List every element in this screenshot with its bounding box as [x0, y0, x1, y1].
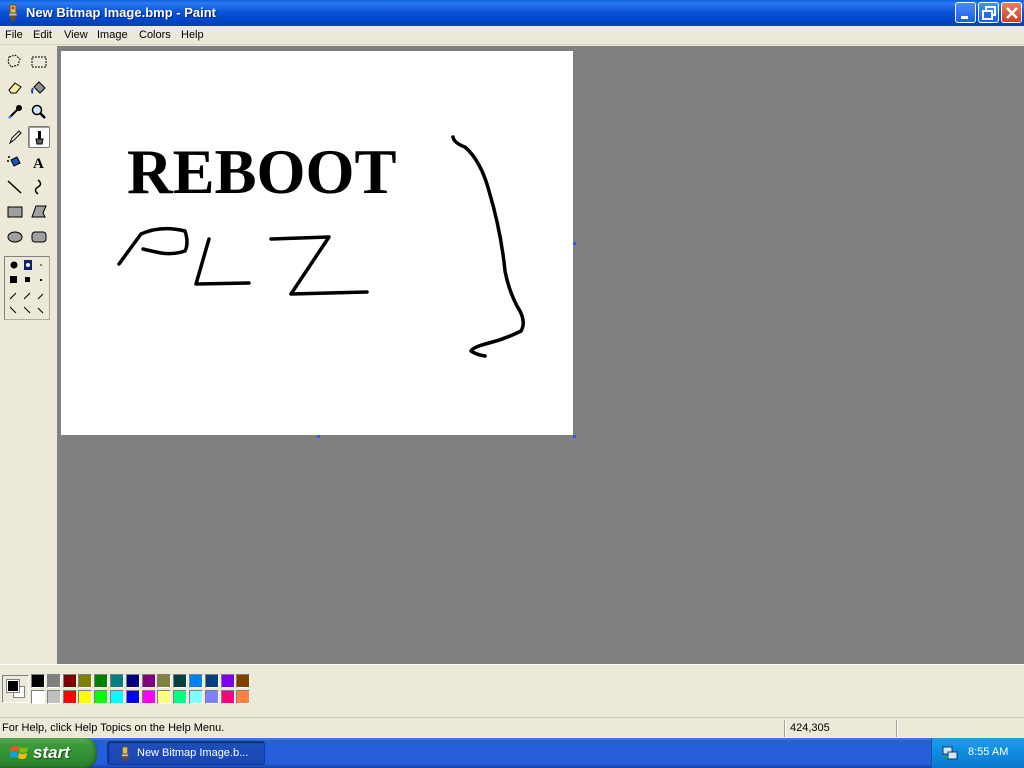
color-swatch[interactable]: [220, 674, 235, 688]
paint-app-icon: [121, 746, 129, 761]
minimize-button[interactable]: [955, 2, 976, 23]
status-bar: For Help, click Help Topics on the Help …: [0, 717, 1024, 738]
color-swatch[interactable]: [46, 674, 61, 688]
network-icon: [942, 746, 958, 760]
color-swatch[interactable]: [204, 674, 219, 688]
status-help-text: For Help, click Help Topics on the Help …: [2, 722, 225, 734]
color-swatch[interactable]: [189, 690, 203, 704]
color-swatch[interactable]: [157, 674, 172, 688]
taskbar: start New Bitmap Image.b... 8:55 AM: [0, 738, 1024, 768]
title-bar[interactable]: New Bitmap Image.bmp - Paint: [0, 0, 1024, 26]
status-divider: [896, 720, 898, 737]
menu-image[interactable]: Image: [97, 29, 128, 41]
close-button[interactable]: [1001, 2, 1022, 23]
color-swatch[interactable]: [220, 690, 235, 704]
text-icon[interactable]: A: [28, 151, 50, 173]
color-swatch[interactable]: [173, 690, 188, 704]
cursor-coordinates: 424,305: [790, 722, 830, 734]
color-swatch[interactable]: [110, 674, 124, 688]
taskbar-item-label: New Bitmap Image.b...: [137, 747, 249, 759]
color-swatch[interactable]: [78, 674, 93, 688]
drawing-canvas[interactable]: REBOOT: [61, 51, 573, 435]
free-form-select-icon[interactable]: [4, 51, 26, 73]
taskbar-item-paint[interactable]: New Bitmap Image.b...: [107, 741, 265, 765]
rect-select-icon[interactable]: [28, 51, 50, 73]
color-swatch[interactable]: [31, 690, 45, 704]
color-swatch[interactable]: [173, 674, 188, 688]
color-swatch[interactable]: [94, 690, 109, 704]
airbrush-icon[interactable]: [4, 151, 26, 173]
color-palette: [0, 664, 1024, 714]
stroke-z: [269, 235, 369, 296]
color-swatch[interactable]: [141, 690, 156, 704]
window-title: New Bitmap Image.bmp - Paint: [26, 5, 216, 20]
color-swatch[interactable]: [204, 690, 219, 704]
toolbox: A: [0, 46, 57, 664]
color-picker-icon[interactable]: [4, 101, 26, 123]
ellipse-icon[interactable]: [4, 226, 26, 248]
foreground-color: [6, 679, 20, 693]
stroke-l: [194, 237, 251, 286]
color-swatch[interactable]: [110, 690, 124, 704]
brush-icon[interactable]: [28, 126, 50, 148]
resize-handle-bottom[interactable]: [317, 435, 320, 438]
curve-icon[interactable]: [28, 176, 50, 198]
color-swatch[interactable]: [189, 674, 203, 688]
pencil-icon[interactable]: [4, 126, 26, 148]
menu-edit[interactable]: Edit: [33, 29, 52, 41]
eraser-icon[interactable]: [4, 76, 26, 98]
restore-button[interactable]: [978, 2, 999, 23]
color-swatch[interactable]: [236, 674, 251, 688]
start-button[interactable]: start: [0, 738, 97, 768]
menu-help[interactable]: Help: [181, 29, 204, 41]
color-swatch[interactable]: [141, 674, 156, 688]
windows-logo-icon: [10, 746, 28, 759]
color-swatch[interactable]: [62, 690, 77, 704]
stroke-brace: [451, 135, 525, 358]
menu-colors[interactable]: Colors: [139, 29, 171, 41]
current-colors[interactable]: [2, 675, 29, 703]
polygon-icon[interactable]: [28, 201, 50, 223]
line-icon[interactable]: [4, 176, 26, 198]
magnifier-icon[interactable]: [28, 101, 50, 123]
paint-app-icon[interactable]: [5, 4, 21, 22]
fill-bucket-icon[interactable]: [28, 76, 50, 98]
resize-handle-corner[interactable]: [573, 435, 576, 438]
menu-bar: File Edit View Image Colors Help: [0, 26, 1024, 45]
color-swatch[interactable]: [31, 674, 45, 688]
color-swatch[interactable]: [157, 690, 172, 704]
svg-text:A: A: [33, 156, 44, 171]
color-swatch[interactable]: [78, 690, 93, 704]
color-swatch[interactable]: [236, 690, 251, 704]
color-swatch[interactable]: [46, 690, 61, 704]
color-swatch[interactable]: [125, 690, 140, 704]
canvas-strokes: [117, 135, 525, 358]
rectangle-icon[interactable]: [4, 201, 26, 223]
color-swatch[interactable]: [125, 674, 140, 688]
brush-shape-options[interactable]: [4, 256, 50, 320]
color-swatch[interactable]: [94, 674, 109, 688]
color-swatch[interactable]: [62, 674, 77, 688]
stroke-p: [117, 226, 189, 266]
close-icon: [1006, 7, 1018, 19]
status-divider: [784, 720, 786, 737]
resize-handle-right[interactable]: [573, 242, 576, 245]
menu-file[interactable]: File: [5, 29, 23, 41]
system-tray: 8:55 AM: [931, 738, 1024, 768]
menu-view[interactable]: View: [64, 29, 88, 41]
rounded-rect-icon[interactable]: [28, 226, 50, 248]
start-label: start: [33, 743, 70, 762]
clock: 8:55 AM: [968, 746, 1009, 758]
